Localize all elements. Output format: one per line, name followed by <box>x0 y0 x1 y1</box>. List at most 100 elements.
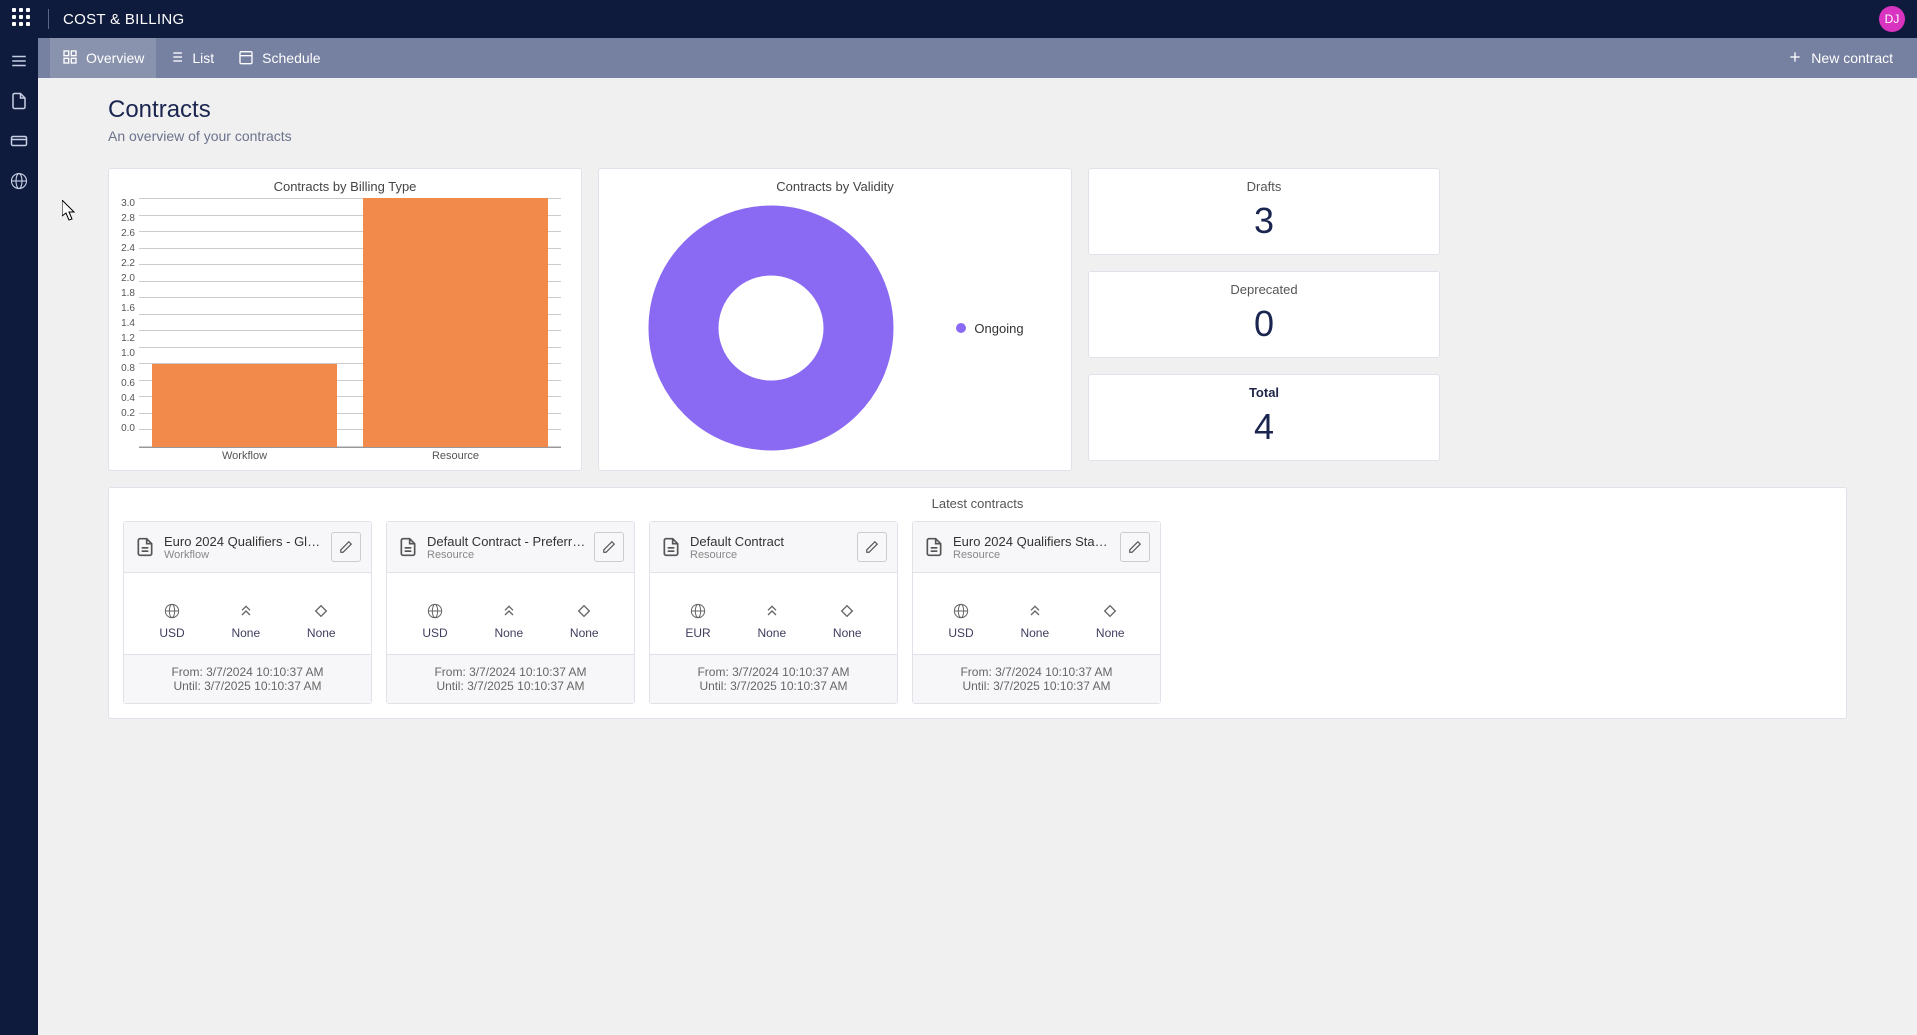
contract-priority: None <box>757 626 786 640</box>
sidebar <box>0 38 38 1035</box>
contract-until: Until: 3/7/2025 10:10:37 AM <box>923 679 1150 693</box>
chart-validity-title: Contracts by Validity <box>599 169 1071 198</box>
document-icon[interactable] <box>6 88 32 114</box>
priority-icon <box>764 603 780 622</box>
contract-priority: None <box>1020 626 1049 640</box>
edit-button[interactable] <box>594 532 624 562</box>
contract-until: Until: 3/7/2025 10:10:37 AM <box>660 679 887 693</box>
stat-deprecated-label: Deprecated <box>1089 282 1439 297</box>
contract-tag: None <box>1096 626 1125 640</box>
stat-drafts-label: Drafts <box>1089 179 1439 194</box>
currency-icon <box>427 603 443 622</box>
contract-from: From: 3/7/2024 10:10:37 AM <box>134 665 361 679</box>
hamburger-icon[interactable] <box>6 48 32 74</box>
tag-icon <box>839 603 855 622</box>
edit-button[interactable] <box>857 532 887 562</box>
chart-validity-card: Contracts by Validity Ongoing <box>598 168 1072 471</box>
contract-title: Euro 2024 Qualifiers - Globec... <box>164 534 323 549</box>
contract-title: Default Contract <box>690 534 849 549</box>
stat-total-label: Total <box>1089 385 1439 400</box>
toolbar: Overview List Schedule New contract <box>38 38 1917 78</box>
latest-title: Latest contracts <box>109 488 1846 515</box>
contract-from: From: 3/7/2024 10:10:37 AM <box>397 665 624 679</box>
tab-schedule-label: Schedule <box>262 50 320 66</box>
contract-card[interactable]: Euro 2024 Qualifiers - Globec... Workflo… <box>123 521 372 704</box>
new-contract-label: New contract <box>1811 50 1893 66</box>
edit-button[interactable] <box>331 532 361 562</box>
page-title: Contracts <box>108 96 1847 124</box>
chart-validity[interactable]: Ongoing <box>599 198 1071 458</box>
latest-card: Latest contracts Euro 2024 Qualifiers - … <box>108 487 1847 719</box>
priority-icon <box>1027 603 1043 622</box>
tab-overview[interactable]: Overview <box>50 38 156 78</box>
contract-from: From: 3/7/2024 10:10:37 AM <box>660 665 887 679</box>
chart-billing-title: Contracts by Billing Type <box>109 169 581 198</box>
card-icon[interactable] <box>6 128 32 154</box>
contract-currency: EUR <box>685 626 710 640</box>
contract-tag: None <box>570 626 599 640</box>
contract-tag: None <box>307 626 336 640</box>
chart-xlabel-1: Resource <box>350 450 561 462</box>
stats-column: Drafts 3 Deprecated 0 Total 4 <box>1088 168 1440 471</box>
globe-icon[interactable] <box>6 168 32 194</box>
stat-drafts[interactable]: Drafts 3 <box>1088 168 1440 255</box>
content: Contracts An overview of your contracts … <box>38 78 1917 1035</box>
app-title: COST & BILLING <box>63 11 184 28</box>
currency-icon <box>164 603 180 622</box>
chart-billing[interactable]: 3.02.82.62.42.22.01.81.61.41.21.00.80.60… <box>109 198 581 448</box>
page-subtitle: An overview of your contracts <box>108 128 1847 144</box>
contract-title: Euro 2024 Qualifiers Standard <box>953 534 1112 549</box>
contract-subtitle: Resource <box>953 549 1112 561</box>
tab-overview-label: Overview <box>86 50 144 66</box>
legend-label: Ongoing <box>974 321 1023 336</box>
contract-subtitle: Workflow <box>164 549 323 561</box>
stat-drafts-value: 3 <box>1089 200 1439 242</box>
document-icon <box>134 536 156 558</box>
edit-button[interactable] <box>1120 532 1150 562</box>
chart-xlabel-0: Workflow <box>139 450 350 462</box>
document-icon <box>660 536 682 558</box>
stat-total-value: 4 <box>1089 406 1439 448</box>
contract-card[interactable]: Default Contract - Preferred Resource US… <box>386 521 635 704</box>
priority-icon <box>501 603 517 622</box>
plus-icon <box>1787 49 1803 68</box>
contract-from: From: 3/7/2024 10:10:37 AM <box>923 665 1150 679</box>
divider <box>48 9 49 29</box>
priority-icon <box>238 603 254 622</box>
tab-schedule[interactable]: Schedule <box>226 38 332 78</box>
contract-tag: None <box>833 626 862 640</box>
avatar[interactable]: DJ <box>1879 6 1905 32</box>
tab-list[interactable]: List <box>156 38 226 78</box>
contract-until: Until: 3/7/2025 10:10:37 AM <box>134 679 361 693</box>
tag-icon <box>313 603 329 622</box>
stat-deprecated[interactable]: Deprecated 0 <box>1088 271 1440 358</box>
legend-swatch <box>956 323 966 333</box>
grid-icon <box>62 49 78 68</box>
tag-icon <box>576 603 592 622</box>
tag-icon <box>1102 603 1118 622</box>
currency-icon <box>953 603 969 622</box>
stat-deprecated-value: 0 <box>1089 303 1439 345</box>
currency-icon <box>690 603 706 622</box>
contract-card[interactable]: Default Contract Resource EUR None None … <box>649 521 898 704</box>
new-contract-button[interactable]: New contract <box>1775 38 1905 78</box>
document-icon <box>397 536 419 558</box>
contract-card[interactable]: Euro 2024 Qualifiers Standard Resource U… <box>912 521 1161 704</box>
contract-until: Until: 3/7/2025 10:10:37 AM <box>397 679 624 693</box>
legend-ongoing[interactable]: Ongoing <box>956 321 1023 336</box>
calendar-icon <box>238 49 254 68</box>
stat-total[interactable]: Total 4 <box>1088 374 1440 461</box>
contract-currency: USD <box>159 626 184 640</box>
donut-icon <box>646 203 896 453</box>
tab-list-label: List <box>192 50 214 66</box>
contract-currency: USD <box>948 626 973 640</box>
contract-priority: None <box>231 626 260 640</box>
contract-subtitle: Resource <box>427 549 586 561</box>
chart-billing-card: Contracts by Billing Type 3.02.82.62.42.… <box>108 168 582 471</box>
document-icon <box>923 536 945 558</box>
app-launcher-icon[interactable] <box>12 8 34 30</box>
contract-subtitle: Resource <box>690 549 849 561</box>
list-icon <box>168 49 184 68</box>
contract-title: Default Contract - Preferred <box>427 534 586 549</box>
topbar: COST & BILLING DJ <box>0 0 1917 38</box>
